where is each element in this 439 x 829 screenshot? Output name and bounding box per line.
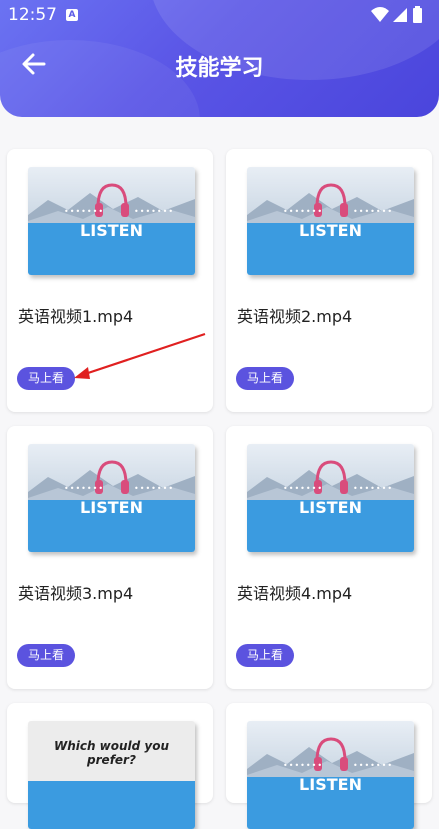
- watch-now-button[interactable]: 马上看: [236, 644, 294, 667]
- video-card[interactable]: ••••••• ••••••• LISTEN 英语视频4.mp4 马上看: [226, 426, 432, 689]
- watch-now-button[interactable]: 马上看: [17, 644, 75, 667]
- video-card[interactable]: Which would you prefer?: [7, 703, 213, 829]
- video-thumbnail[interactable]: ••••••• ••••••• LISTEN: [247, 721, 414, 829]
- decoration-dots: •••••••: [134, 484, 175, 493]
- decoration-dots: •••••••: [134, 207, 175, 216]
- decoration-dots: •••••••: [64, 207, 105, 216]
- app-header: 12:57 A 技能学习: [0, 0, 439, 117]
- video-card[interactable]: ••••••• ••••••• LISTEN: [226, 703, 432, 829]
- signal-icon: [393, 8, 407, 22]
- thumbnail-label: Which would you prefer?: [53, 739, 170, 767]
- video-thumbnail[interactable]: Which would you prefer?: [28, 721, 195, 829]
- video-filename: 英语视频1.mp4: [18, 307, 134, 326]
- video-card[interactable]: ••••••• ••••••• LISTEN 英语视频3.mp4 马上看: [7, 426, 213, 689]
- status-time: 12:57: [8, 5, 57, 25]
- page-title: 技能学习: [175, 56, 264, 81]
- decoration-dots: •••••••: [283, 207, 324, 216]
- video-card[interactable]: ••••••• ••••••• LISTEN 英语视频2.mp4 马上看: [226, 149, 432, 412]
- watch-now-button[interactable]: 马上看: [236, 367, 294, 390]
- video-filename: 英语视频4.mp4: [237, 584, 353, 603]
- thumbnail-label: LISTEN: [299, 221, 362, 240]
- thumbnail-label: LISTEN: [80, 498, 143, 517]
- thumbnail-label: LISTEN: [80, 221, 143, 240]
- video-thumbnail[interactable]: ••••••• ••••••• LISTEN: [247, 444, 414, 552]
- thumbnail-label: LISTEN: [299, 498, 362, 517]
- notification-a-icon: A: [66, 9, 78, 21]
- battery-icon: [413, 8, 422, 23]
- decoration-dots: •••••••: [353, 761, 394, 770]
- video-filename: 英语视频2.mp4: [237, 307, 353, 326]
- video-thumbnail[interactable]: ••••••• ••••••• LISTEN: [28, 444, 195, 552]
- decoration-dots: •••••••: [283, 761, 324, 770]
- video-filename: 英语视频3.mp4: [18, 584, 134, 603]
- video-thumbnail[interactable]: ••••••• ••••••• LISTEN: [28, 167, 195, 275]
- decoration-dots: •••••••: [353, 207, 394, 216]
- decoration-dots: •••••••: [283, 484, 324, 493]
- annotation-arrow-icon: [74, 332, 206, 379]
- status-bar: 12:57 A: [0, 0, 439, 30]
- decoration-dots: •••••••: [64, 484, 105, 493]
- video-thumbnail[interactable]: ••••••• ••••••• LISTEN: [247, 167, 414, 275]
- thumbnail-label: LISTEN: [299, 775, 362, 794]
- wifi-icon: [371, 7, 389, 22]
- system-icons: [371, 6, 422, 23]
- decoration-dots: •••••••: [353, 484, 394, 493]
